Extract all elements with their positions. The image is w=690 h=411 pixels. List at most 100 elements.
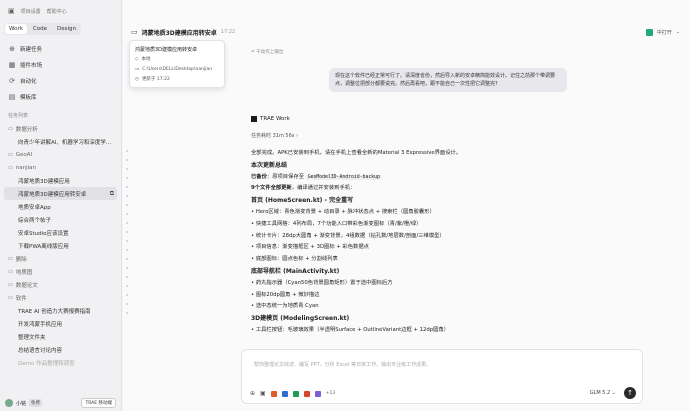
folder-icon: ▭ bbox=[8, 268, 13, 275]
backup-label: 已备份 bbox=[251, 173, 267, 180]
open-in-label: 中打开 bbox=[656, 29, 672, 36]
backup-text: ：原项目保存至 bbox=[266, 173, 304, 180]
page-title[interactable]: 鸿蒙地质3D建模应用转安卓 bbox=[142, 28, 217, 37]
task-item[interactable]: 总结语言讨论内容 bbox=[4, 343, 117, 356]
open-in-control[interactable]: 中打开 ⌄ bbox=[645, 28, 680, 36]
sidebar-footer: 小铭 免费 TRAE 移动端 bbox=[0, 395, 121, 411]
task-item[interactable]: Demo 作品整理和调查 bbox=[4, 356, 117, 369]
user-message: 现在这个软件已经正常可行了。请深度省份，然后导入新的安卓精简能效设计。记住之前那… bbox=[329, 68, 567, 92]
task-item[interactable]: 综合两个帖子 bbox=[4, 213, 117, 226]
top-link-help[interactable]: 帮助中心 bbox=[47, 8, 67, 15]
app-open-icon bbox=[645, 28, 653, 36]
task-item[interactable]: 整理文件夹 bbox=[4, 330, 117, 343]
automation-icon: ⟳ bbox=[9, 77, 15, 85]
ppt-icon[interactable] bbox=[270, 390, 277, 397]
files-text: ，编译通过并安装到手机： bbox=[291, 185, 356, 192]
group-software[interactable]: ▭ 软件 bbox=[4, 291, 117, 304]
task-item[interactable]: 地质安卓App bbox=[4, 200, 117, 213]
plugin-market-icon: ▦ bbox=[8, 61, 16, 69]
mobile-button[interactable]: TRAE 移动端 bbox=[81, 398, 116, 408]
heading-modeling: 3D建模页 (ModelingScreen.kt) bbox=[251, 315, 350, 323]
folder-open-icon: ▭ bbox=[8, 294, 13, 301]
pdf-icon[interactable] bbox=[303, 390, 310, 397]
main-panel: ▭ 鸿蒙地质3D建模应用转安卓 17:22 中打开 ⌄ 鸿蒙地质3D建模应用转安… bbox=[123, 0, 690, 411]
new-task-icon: ⊕ bbox=[9, 45, 15, 53]
folder-icon: ▭ bbox=[8, 125, 13, 132]
mode-switcher: Work Code Design bbox=[4, 23, 82, 35]
task-list: 任务列表 ▭ 数据分析 向青少年讲解AI、机器学习和深度学... ▭ GeoAI ▭… bbox=[4, 109, 117, 369]
group-geomap[interactable]: ▭ 地质图 bbox=[4, 265, 117, 278]
top-link-settings[interactable]: 项目设置 bbox=[21, 8, 41, 15]
doc-icon[interactable] bbox=[281, 390, 288, 397]
group-nanjian[interactable]: ▭ nanjian bbox=[4, 161, 117, 174]
mode-code[interactable]: Code bbox=[29, 24, 51, 34]
folder-icon: ▭ bbox=[135, 66, 140, 72]
task-item-active[interactable]: 鸿蒙地质3D建模应用转安卓 ⧉ bbox=[4, 187, 117, 200]
list-item: 统计卡片：28dp大圆角 + 渐变背景，4组数据（钻孔数/地层数/剖面/三维模型… bbox=[251, 231, 571, 243]
task-item[interactable]: 向青少年讲解AI、机器学习和深度学... bbox=[4, 135, 117, 148]
group-label: 数据分析 bbox=[15, 126, 38, 133]
template-icon: ▤ bbox=[8, 93, 16, 101]
list-item: 快捷工具网格：4列布局，7个功能入口带彩色渐变图标（青/紫/橙/绿） bbox=[251, 219, 571, 231]
more-tools-count[interactable]: +13 bbox=[326, 391, 336, 396]
group-label: 软件 bbox=[15, 295, 27, 302]
folder-open-icon: ▭ bbox=[8, 164, 13, 171]
nav-plugin-market[interactable]: ▦ 插件市场 bbox=[4, 57, 117, 73]
popover-path: ▭ C:\Users\DELL\Desktop\nanjian bbox=[135, 64, 219, 74]
composer-tools: ⊕ ▣ +13 bbox=[250, 390, 335, 397]
popover-location: ◇ 本地 bbox=[135, 54, 219, 64]
send-button[interactable]: ↑ bbox=[624, 387, 636, 399]
heading-nav: 底部导航栏 (MainActivity.kt) bbox=[251, 267, 340, 275]
image-icon[interactable]: ▣ bbox=[260, 390, 266, 397]
scroll-timeline[interactable] bbox=[126, 150, 128, 314]
model-selector[interactable]: GLM 5.2 ⌄ bbox=[590, 390, 616, 396]
sidebar-toggle-icon[interactable]: ▣ bbox=[8, 7, 15, 15]
list-item: 项目信息：渐变描框区 + 3D图标 + 彩色数据点 bbox=[251, 242, 571, 254]
list-item: 底部图标：圆点色标 + 分割线列表 bbox=[251, 254, 571, 266]
assistant-header: TRAE Work bbox=[251, 116, 290, 122]
group-label: 地质图 bbox=[15, 269, 33, 276]
nav-label: 插件市场 bbox=[20, 63, 43, 69]
list-item: 图标20dp圆角 + 微妙描边 bbox=[251, 290, 571, 302]
message-composer[interactable]: 帮你整理论文综述、编写 PPT、分析 Excel 等日常工作，输出专业级工作成果… bbox=[241, 349, 643, 404]
nav-template-library[interactable]: ▤ 模板库 bbox=[4, 89, 117, 105]
undo-link[interactable]: ↶ 干动作上输出 bbox=[251, 49, 283, 55]
task-info-popover: 鸿蒙地质3D建模应用转安卓 ◇ 本地 ▭ C:\Users\DELL\Desktop… bbox=[129, 40, 225, 88]
task-item[interactable]: 下载PWA离线版应用 bbox=[4, 239, 117, 252]
group-data-analysis[interactable]: ▭ 数据分析 bbox=[4, 122, 117, 135]
files-label: 9个文件全部更新 bbox=[251, 185, 292, 192]
task-item[interactable]: 安卓Studio应该设置 bbox=[4, 226, 117, 239]
task-duration[interactable]: 任务耗时 31m 56s › bbox=[251, 132, 298, 139]
group-delete[interactable]: ▭ 删除 bbox=[4, 252, 117, 265]
header-time: 17:22 bbox=[220, 29, 236, 35]
group-papers[interactable]: ▭ 数据论文 bbox=[4, 278, 117, 291]
nav-automation[interactable]: ⟳ 自动化 bbox=[4, 73, 117, 89]
plan-badge: 免费 bbox=[29, 399, 43, 407]
composer-input[interactable]: 帮你整理论文综述、编写 PPT、分析 Excel 等日常工作，输出专业级工作成果… bbox=[254, 361, 431, 368]
mode-work[interactable]: Work bbox=[5, 24, 27, 34]
location-icon: ◇ bbox=[135, 56, 139, 62]
group-label: GeoAI bbox=[15, 151, 33, 158]
excel-icon[interactable] bbox=[292, 390, 299, 397]
pin-icon[interactable]: ⧉ bbox=[110, 190, 114, 198]
task-item[interactable]: TRAE AI 创造力大赛报赛指南 bbox=[4, 304, 117, 317]
user-name: 小铭 bbox=[16, 400, 27, 407]
heading-summary: 本次更新总结 bbox=[251, 161, 288, 169]
task-item[interactable]: 开发鸿蒙手机应用 bbox=[4, 317, 117, 330]
backup-path: GeoModel3D-Android-backup bbox=[305, 174, 382, 180]
skill-icon[interactable] bbox=[314, 390, 321, 397]
mode-design[interactable]: Design bbox=[53, 24, 80, 34]
assistant-name: TRAE Work bbox=[260, 116, 290, 122]
task-item[interactable]: 鸿蒙地质3D建模应用 bbox=[4, 174, 117, 187]
updated-label: 更新于 17:22 bbox=[141, 77, 170, 82]
nav-label: 新建任务 bbox=[20, 47, 43, 53]
nav-label: 自动化 bbox=[20, 79, 37, 85]
group-geoai[interactable]: ▭ GeoAI bbox=[4, 148, 117, 161]
popover-updated: ◷ 更新于 17:22 bbox=[135, 74, 219, 84]
task-list-title: 任务列表 bbox=[8, 113, 29, 119]
nav-new-task[interactable]: ⊕ 新建任务 bbox=[4, 41, 117, 57]
list-item: Hero区域：青色渐变背景 + 动目录 + 脉冲状态点 + 搜索栏（圆角胶囊形） bbox=[251, 207, 571, 219]
avatar[interactable] bbox=[5, 399, 13, 407]
chat-thread: ↶ 干动作上输出 现在这个软件已经正常可行了。请深度省份，然后导入新的安卓精简能… bbox=[241, 40, 571, 348]
attach-icon[interactable]: ⊕ bbox=[250, 390, 255, 397]
